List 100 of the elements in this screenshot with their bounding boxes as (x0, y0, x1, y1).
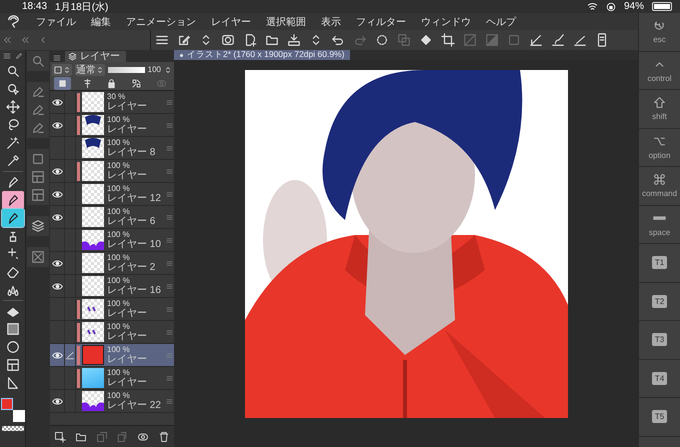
trash-button[interactable] (158, 430, 170, 442)
opacity-slider[interactable] (108, 66, 145, 72)
shift-key[interactable]: shift (639, 90, 680, 128)
drag-handle-icon[interactable] (166, 282, 173, 290)
menu-item[interactable]: ヘルプ (486, 14, 516, 28)
double-chevron-icon[interactable] (2, 35, 12, 45)
drag-handle-icon[interactable] (166, 236, 173, 244)
eye-icon[interactable] (52, 96, 62, 108)
layer-row[interactable]: 100 % レイヤー 2 (50, 252, 174, 275)
layer-tab[interactable]: レイヤー (65, 51, 126, 62)
tool-key[interactable]: T2 (639, 282, 680, 321)
eye-icon[interactable] (52, 280, 62, 292)
drag-handle-icon[interactable] (166, 374, 173, 382)
eye-icon[interactable] (52, 350, 62, 360)
layer-row[interactable]: 100 % レイヤー (50, 160, 174, 183)
layer-row[interactable]: 100 % レイヤー 16 (50, 275, 174, 298)
layer-row[interactable]: 100 % レイヤー (50, 114, 174, 137)
layer-row[interactable]: 100 % レイヤー 12 (50, 183, 174, 206)
menu-item[interactable]: 編集 (91, 14, 111, 28)
document-tab[interactable]: イラスト2* (1760 x 1900px 72dpi 60.9%) (174, 50, 350, 60)
menu-item[interactable]: ファイル (36, 14, 76, 28)
pen-line-button[interactable] (573, 33, 587, 47)
blend-icon[interactable] (52, 64, 72, 76)
layer-row[interactable]: 100 % レイヤー 22 (50, 390, 174, 413)
square-icon[interactable] (31, 152, 45, 166)
menu-item[interactable]: フィルター (356, 14, 406, 28)
drag-handle-icon[interactable] (166, 122, 173, 128)
layer-row[interactable]: 100 % レイヤー (50, 367, 174, 390)
layer-row[interactable]: 100 % レイヤー 8 (50, 137, 174, 160)
eye-icon[interactable] (52, 120, 62, 130)
layers-icon[interactable] (31, 219, 45, 233)
drag-handle-icon[interactable] (166, 168, 173, 174)
pen-icon[interactable] (31, 103, 45, 117)
brush-button[interactable] (551, 33, 565, 47)
undo-button[interactable] (331, 33, 345, 47)
eye-icon[interactable] (52, 166, 62, 176)
pen-tool[interactable] (2, 191, 24, 209)
edit-button[interactable] (177, 33, 191, 47)
menu-item[interactable]: ウィンドウ (421, 14, 471, 28)
option-key[interactable]: option (639, 128, 680, 167)
tablet-button[interactable] (595, 33, 609, 47)
tool-key[interactable]: T5 (639, 398, 680, 436)
tool-key[interactable]: T4 (639, 360, 680, 398)
dotted-circle-button[interactable] (375, 33, 389, 47)
eye-icon[interactable] (52, 258, 62, 268)
frame-icon[interactable] (31, 188, 45, 202)
layer-row[interactable]: 100 % レイヤー (50, 298, 174, 321)
layer-row[interactable]: 100 % レイヤー (50, 344, 174, 367)
clip-button[interactable] (54, 77, 71, 90)
crop-button[interactable] (441, 33, 455, 47)
canvas-button[interactable] (221, 33, 235, 47)
main-color-swatch[interactable] (0, 398, 12, 410)
drag-handle-icon[interactable] (166, 190, 173, 198)
zoom-icon[interactable] (31, 54, 45, 68)
drag-handle-icon[interactable] (166, 352, 173, 358)
mask-button[interactable] (136, 430, 149, 442)
pen-icon[interactable] (31, 85, 45, 99)
drag-handle-icon[interactable] (166, 306, 173, 312)
folder-button[interactable] (74, 430, 87, 442)
command-key[interactable]: command (639, 167, 680, 206)
menu-icon[interactable] (2, 52, 10, 60)
layer-row[interactable]: 100 % レイヤー 6 (50, 206, 174, 229)
menu-item[interactable]: アニメーション (126, 14, 196, 28)
diamond-button[interactable] (419, 33, 433, 47)
layer-row[interactable]: 30 % レイヤー (50, 91, 174, 114)
layer-row[interactable]: 100 % レイヤー (50, 321, 174, 344)
menu-item[interactable]: 選択範囲 (266, 14, 306, 28)
drag-handle-icon[interactable] (166, 398, 173, 404)
layer-row[interactable]: 100 % レイヤー 10 (50, 229, 174, 252)
drag-handle-icon[interactable] (166, 144, 173, 152)
menu-icon[interactable] (53, 54, 61, 62)
eye-icon[interactable] (52, 188, 62, 200)
menu-item[interactable]: 表示 (321, 14, 341, 28)
menu-item[interactable]: レイヤー (211, 14, 251, 28)
tool-key[interactable]: T1 (639, 244, 680, 282)
eye-icon[interactable] (52, 212, 62, 222)
transparent-swatch[interactable] (2, 426, 24, 431)
new-file-button[interactable] (243, 33, 257, 47)
new-layer-button[interactable] (54, 430, 66, 442)
sub-color-swatch[interactable] (12, 410, 24, 422)
pen-tool[interactable] (2, 209, 24, 227)
space-key[interactable]: space (639, 206, 680, 244)
blend-mode-dropdown[interactable]: 通常 (75, 64, 105, 76)
ruler-pen-button[interactable] (529, 33, 543, 47)
drag-handle-icon[interactable] (166, 98, 173, 106)
double-chevron-icon[interactable] (20, 35, 30, 45)
tool-key[interactable]: T3 (639, 321, 680, 360)
esc-key[interactable]: esc (639, 13, 680, 52)
crossed-box-icon[interactable] (31, 250, 45, 264)
pen-icon[interactable] (31, 121, 45, 135)
drag-handle-icon[interactable] (166, 260, 173, 266)
eye-icon[interactable] (52, 396, 62, 406)
folder-button[interactable] (265, 33, 279, 47)
menu-button[interactable] (155, 33, 169, 47)
frame-icon[interactable] (31, 170, 45, 184)
drag-handle-icon[interactable] (166, 214, 173, 220)
opacity-value[interactable]: 100 (148, 65, 161, 74)
up-down-icon[interactable] (164, 66, 172, 74)
download-button[interactable] (287, 33, 301, 47)
drag-handle-icon[interactable] (166, 328, 173, 336)
